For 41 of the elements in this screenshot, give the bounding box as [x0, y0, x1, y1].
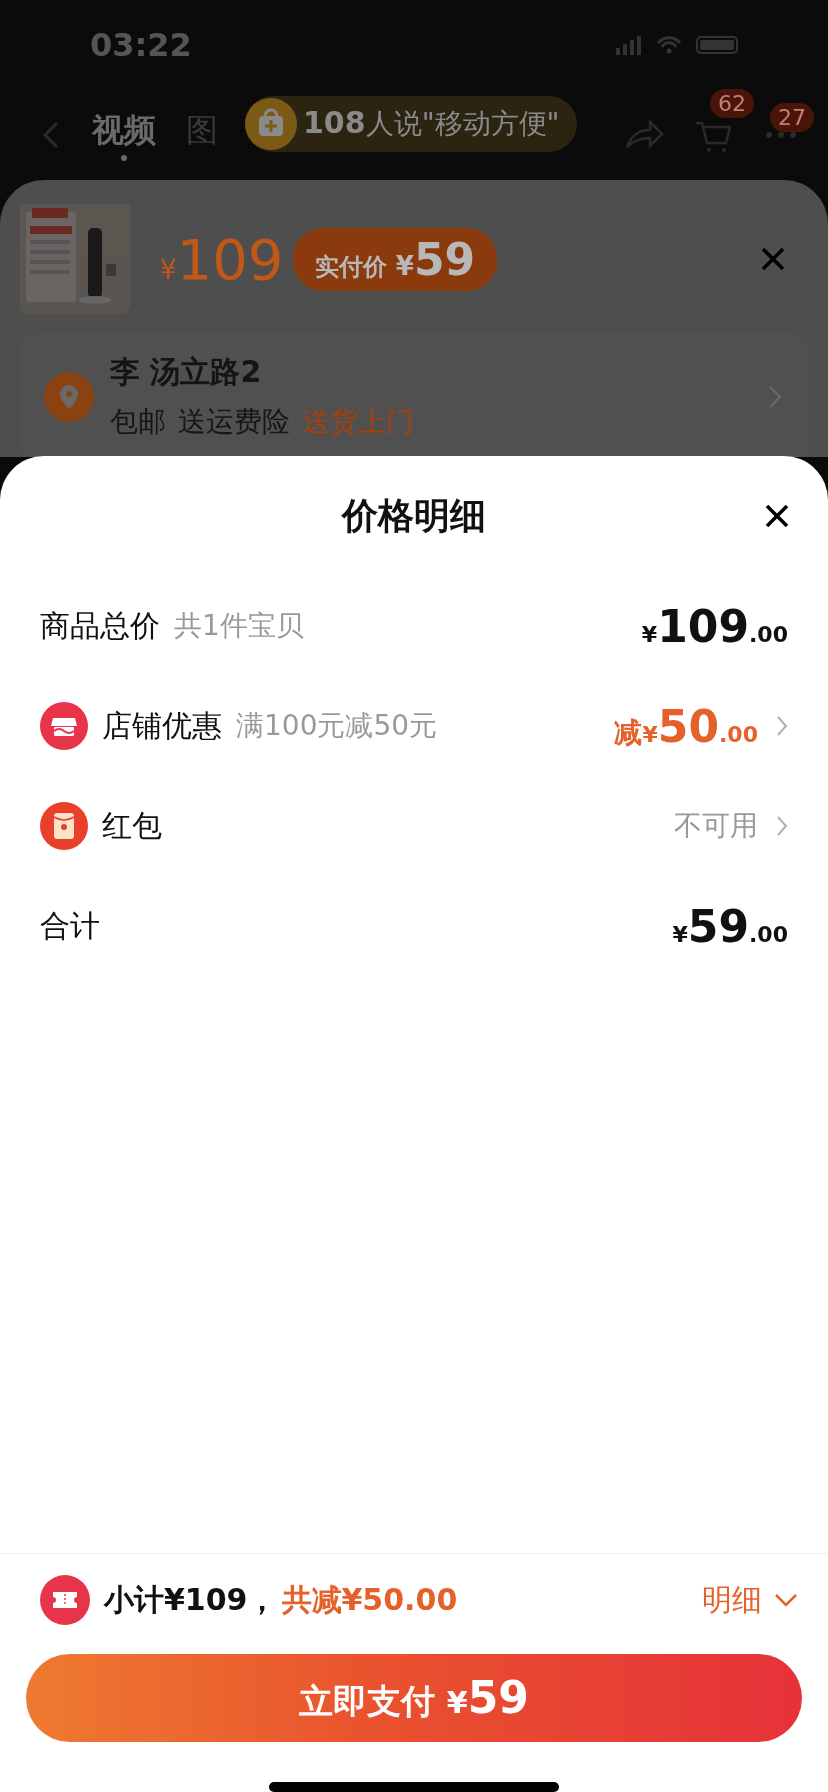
row-label: 商品总价: [40, 606, 160, 645]
store-icon: [40, 702, 88, 750]
row-label: 合计: [40, 906, 100, 945]
price-amount: 减¥50.00: [614, 700, 758, 752]
actual-price-tag: 实付价 ¥59: [293, 227, 498, 291]
status-time: 03:22: [90, 26, 192, 64]
chevron-right-icon[interactable]: [776, 815, 788, 837]
ticket-icon: [40, 1575, 90, 1625]
detail-toggle[interactable]: 明细: [702, 1579, 798, 1621]
pay-now-button[interactable]: 立即支付 ¥59: [26, 1654, 802, 1742]
delivery-tag: 送运费险: [178, 403, 290, 441]
envelope-icon: [40, 802, 88, 850]
battery-icon: [696, 36, 738, 54]
product-price: ¥109: [160, 226, 284, 292]
sheet-title: 价格明细: [342, 493, 486, 538]
row-label: 店铺优惠: [102, 706, 222, 745]
shopping-bag-icon: [245, 98, 297, 150]
signal-icon: [614, 34, 642, 56]
more-icon[interactable]: [764, 129, 798, 141]
row-note: 共1件宝贝: [174, 608, 304, 644]
banner-text: 108人说"移动方便": [303, 105, 560, 142]
nav-tab[interactable]: 视频: [92, 109, 156, 161]
subtotal-text: 小计¥109，: [104, 1580, 278, 1619]
address-name: 李 汤立路2: [110, 353, 263, 391]
cart-badge: 62: [710, 89, 754, 118]
status-text: 不可用: [674, 808, 758, 844]
share-icon[interactable]: [624, 119, 664, 151]
row-note: 满100元减50元: [236, 708, 438, 744]
price-amount: ¥59.00: [672, 900, 788, 952]
close-icon[interactable]: [764, 503, 790, 529]
delivery-tag: 送货上门: [302, 403, 414, 441]
location-pin-icon: [44, 371, 94, 422]
more-badge: 27: [770, 103, 814, 132]
wifi-icon: [656, 35, 682, 55]
chevron-down-icon: [774, 1593, 798, 1607]
price-amount: ¥109.00: [641, 600, 788, 652]
chevron-right-icon: [768, 384, 782, 409]
row-label: 红包: [102, 806, 162, 845]
discount-total: 共减¥50.00: [281, 1580, 458, 1619]
delivery-tag: 包邮: [110, 403, 166, 441]
chevron-right-icon[interactable]: [776, 715, 788, 737]
